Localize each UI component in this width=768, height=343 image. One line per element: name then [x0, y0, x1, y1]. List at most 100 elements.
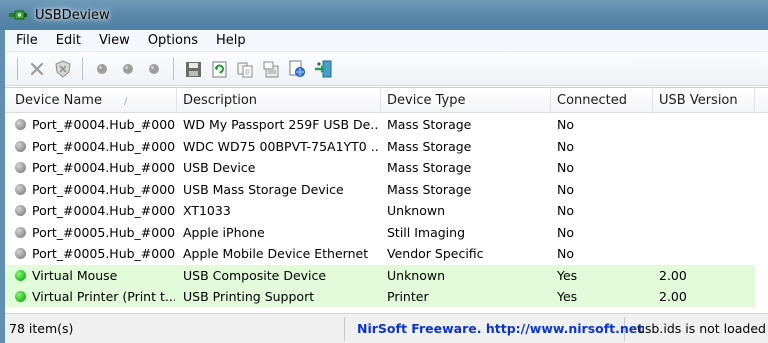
list-header: Device Name / Description Device Type Con… [5, 88, 768, 113]
cell-description: USB Printing Support [183, 289, 315, 304]
status-usb-ids: usb.ids is not loaded [637, 321, 766, 336]
cell-device-name: Port_#0004.Hub_#0002 [5, 200, 175, 221]
cell-device-name: Port_#0004.Hub_#0002 [5, 114, 175, 135]
cell-usb-version [653, 157, 755, 178]
copy-icon[interactable] [234, 58, 256, 80]
cell-usb-version [653, 179, 755, 200]
menu-file[interactable]: File [14, 32, 40, 49]
cell-device-type: Mass Storage [387, 160, 472, 175]
cell-usb-version: 2.00 [659, 267, 687, 283]
toolbar-separator [173, 58, 174, 80]
cell-device-type: Mass Storage [387, 181, 472, 197]
cell-description: Apple iPhone [183, 224, 265, 240]
disconnected-status-icon [15, 183, 26, 195]
cell-description: WDC WD75 00BPVT-75A1YT0 ... [183, 138, 379, 154]
cell-connected: No [557, 117, 574, 132]
menu-help[interactable]: Help [214, 32, 248, 49]
device-name-text: Virtual Printer (Print t... [32, 289, 175, 304]
status-bar: 78 item(s) NirSoft Freeware. http://www.… [5, 313, 768, 343]
cell-device-type: Mass Storage [387, 117, 472, 132]
device-name-text: Port_#0005.Hub_#0002 [32, 224, 175, 240]
device-rows: Port_#0004.Hub_#0002 WD My Passport 259F … [5, 114, 768, 308]
table-row[interactable]: Port_#0004.Hub_#0002 XT1033 Unknown No [5, 200, 768, 222]
cell-description: USB Mass Storage Device [183, 181, 344, 197]
menu-view[interactable]: View [97, 32, 132, 49]
column-header-device-type[interactable]: Device Type [381, 88, 551, 113]
table-row[interactable]: Virtual Mouse USB Composite Device Unknown… [5, 264, 768, 287]
table-row[interactable]: Port_#0004.Hub_#0002 USB Mass Storage Dev… [5, 179, 768, 201]
table-row[interactable]: Port_#0005.Hub_#0002 Apple iPhone Still Im… [5, 222, 768, 244]
table-row[interactable]: Port_#0004.Hub_#0002 WD My Passport 259F … [5, 114, 768, 136]
disconnected-status-icon [15, 248, 26, 259]
menu-bar: File Edit View Options Help [5, 30, 768, 52]
sort-indicator-icon: / [123, 96, 128, 107]
cell-connected: No [557, 246, 574, 261]
cell-device-type: Unknown [387, 203, 446, 218]
window-title: USBDeview [35, 7, 110, 23]
disconnect-icon[interactable] [26, 58, 48, 80]
enable-icon[interactable] [117, 58, 139, 80]
table-row[interactable]: Virtual Printer (Print t... USB Printing … [5, 286, 768, 308]
cell-description: USB Composite Device [183, 267, 327, 283]
cell-usb-version [653, 243, 755, 264]
disconnected-status-icon [15, 140, 26, 152]
table-row[interactable]: Port_#0004.Hub_#0002 USB Device Mass Stora… [5, 157, 768, 179]
disconnected-status-icon [15, 162, 26, 173]
column-header-label: Device Name [15, 93, 102, 108]
device-name-text: Port_#0004.Hub_#0002 [32, 138, 175, 154]
uninstall-icon[interactable] [52, 58, 74, 80]
device-name-text: Port_#0004.Hub_#0002 [32, 117, 175, 132]
cell-device-name: Port_#0004.Hub_#0002 [5, 179, 175, 200]
cell-connected: Yes [557, 289, 578, 304]
status-item-count: 78 item(s) [5, 317, 345, 341]
column-header-usb-version[interactable]: USB Version [653, 88, 755, 113]
title-bar: USBDeview [0, 0, 768, 30]
cell-connected: No [557, 224, 574, 240]
device-name-text: Virtual Mouse [32, 267, 118, 283]
cell-usb-version [653, 200, 755, 221]
column-header-device-name[interactable]: Device Name / [5, 88, 177, 113]
cell-description: XT1033 [183, 203, 231, 218]
disconnected-status-icon [15, 119, 26, 130]
device-name-text: Port_#0005.Hub_#0002 [32, 246, 175, 261]
save-icon[interactable] [182, 58, 204, 80]
device-name-text: Port_#0004.Hub_#0002 [32, 160, 175, 175]
disable-icon[interactable] [91, 58, 113, 80]
menu-edit[interactable]: Edit [54, 32, 83, 49]
cell-device-type: Mass Storage [387, 138, 472, 154]
cell-description: USB Device [183, 160, 256, 175]
usb-plug-icon [9, 10, 27, 20]
disconnected-status-icon [15, 226, 26, 238]
table-row[interactable]: Port_#0005.Hub_#0002 Apple Mobile Device … [5, 243, 768, 265]
refresh-icon[interactable] [208, 58, 230, 80]
device-name-text: Port_#0004.Hub_#0002 [32, 181, 175, 197]
cell-device-type: Vendor Specific [387, 246, 484, 261]
device-list[interactable]: Device Name / Description Device Type Con… [5, 87, 768, 313]
cell-device-name: Port_#0004.Hub_#0002 [5, 157, 175, 178]
cell-device-type: Printer [387, 289, 429, 304]
cell-description: Apple Mobile Device Ethernet [183, 246, 369, 261]
cell-usb-version: 2.00 [659, 289, 687, 304]
properties-icon[interactable] [260, 58, 282, 80]
device-name-text: Port_#0004.Hub_#0002 [32, 203, 175, 218]
toolbar [5, 53, 768, 86]
cell-usb-version [653, 114, 755, 135]
connected-status-icon [15, 291, 26, 302]
column-header-connected[interactable]: Connected [551, 88, 653, 113]
exit-icon[interactable] [312, 58, 334, 80]
cell-connected: Yes [557, 267, 578, 283]
table-row[interactable]: Port_#0004.Hub_#0002 WDC WD75 00BPVT-75A1… [5, 136, 768, 158]
nirsoft-link[interactable]: NirSoft Freeware. http://www.nirsoft.net [347, 317, 643, 341]
toolbar-separator [82, 58, 83, 80]
column-header-description[interactable]: Description [177, 88, 381, 113]
cell-device-type: Unknown [387, 267, 446, 283]
toolbar-separator [17, 58, 18, 80]
cell-device-type: Still Imaging [387, 224, 466, 240]
cell-connected: No [557, 160, 574, 175]
toggle-icon[interactable] [143, 58, 165, 80]
menu-options[interactable]: Options [146, 32, 200, 49]
cell-connected: No [557, 138, 574, 154]
html-report-icon[interactable] [286, 58, 308, 80]
cell-usb-version [653, 136, 755, 157]
cell-description: WD My Passport 259F USB De... [183, 117, 379, 132]
